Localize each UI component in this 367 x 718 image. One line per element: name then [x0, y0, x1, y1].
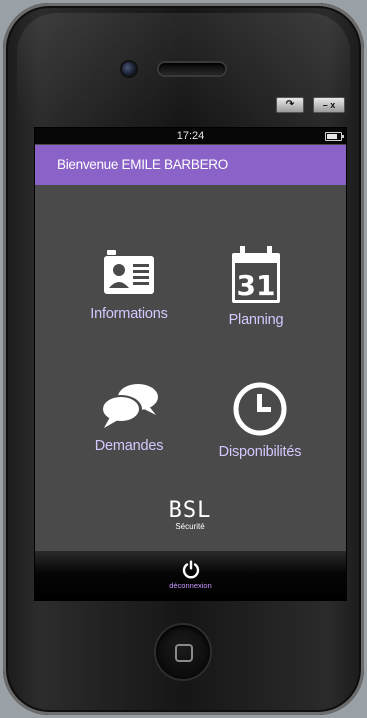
speaker-grille — [159, 63, 225, 75]
logout-label: déconnexion — [169, 581, 212, 590]
menu-disponibilites[interactable]: Disponibilités — [195, 381, 325, 460]
app-screen: 17:24 Bienvenue EMILE BARBERO Informatio… — [34, 127, 347, 601]
home-button[interactable] — [156, 625, 210, 679]
rotate-button[interactable]: ↷ — [276, 97, 304, 113]
minimize-close-button[interactable]: – x — [313, 97, 345, 113]
clock-icon — [233, 382, 287, 436]
status-bar: 17:24 — [35, 128, 346, 144]
logo-sub-text: Sécurité — [175, 522, 205, 531]
calendar-day-text: 31 — [237, 269, 276, 302]
menu-disponibilites-label: Disponibilités — [218, 444, 302, 460]
logo-main-text: BSL — [168, 498, 212, 523]
power-icon — [182, 560, 199, 579]
welcome-header: Bienvenue EMILE BARBERO — [35, 145, 346, 185]
calendar-icon: 31 — [232, 246, 280, 303]
home-square-icon — [175, 644, 193, 662]
menu-informations-label: Informations — [90, 306, 168, 322]
menu-planning-label: Planning — [228, 312, 284, 328]
menu-informations[interactable]: Informations — [73, 246, 185, 322]
battery-icon — [325, 132, 344, 141]
menu-planning[interactable]: 31 Planning — [205, 246, 307, 328]
status-time: 17:24 — [176, 130, 205, 142]
logout-button[interactable]: déconnexion — [35, 560, 346, 591]
bottom-bar: déconnexion — [35, 551, 346, 600]
id-card-icon — [104, 250, 154, 294]
menu-demandes[interactable]: Demandes — [73, 381, 185, 454]
bsl-logo: BSL Sécurité — [160, 498, 220, 532]
camera-icon — [122, 62, 136, 76]
menu-demandes-label: Demandes — [94, 438, 164, 454]
chat-bubbles-icon — [100, 384, 158, 428]
